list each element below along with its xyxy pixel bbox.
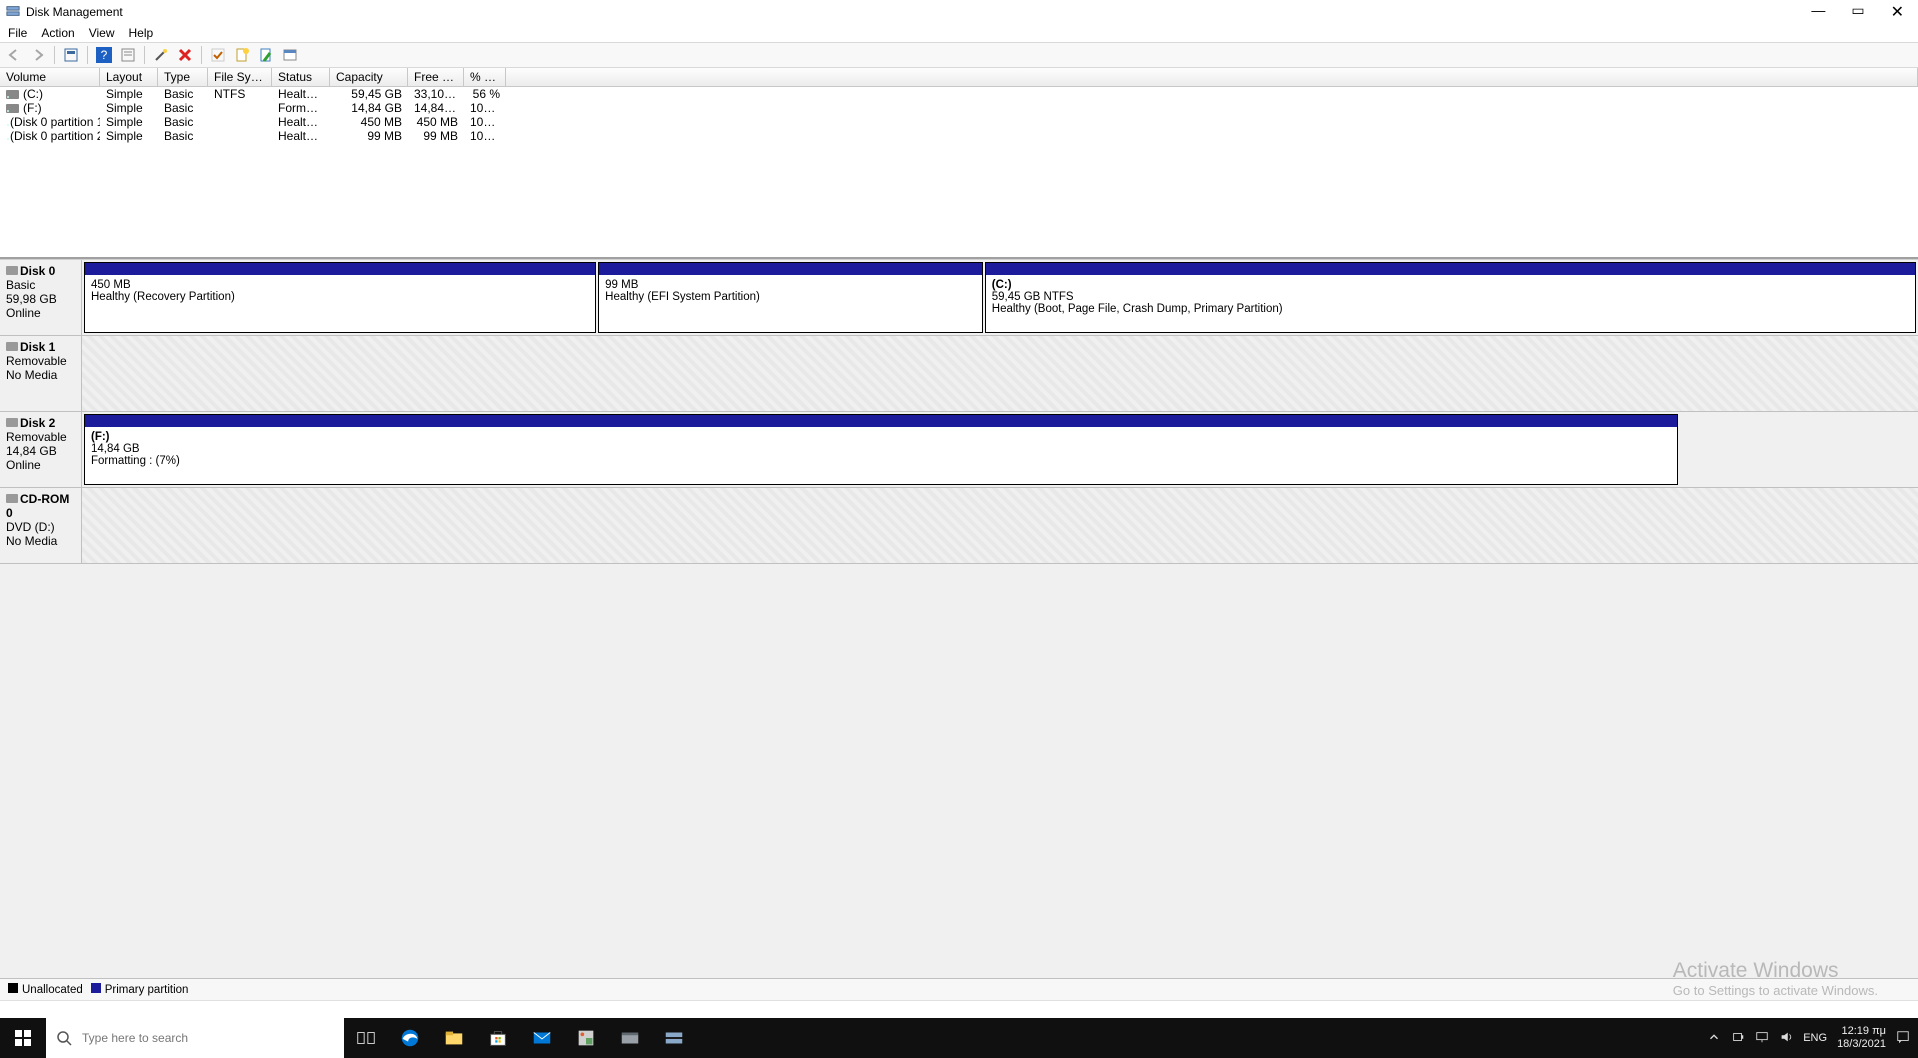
col-type[interactable]: Type	[158, 68, 208, 86]
new-icon[interactable]	[232, 45, 252, 65]
tray-power-icon[interactable]	[1731, 1030, 1745, 1047]
help-button[interactable]: ?	[94, 45, 114, 65]
tray-volume-icon[interactable]	[1779, 1030, 1793, 1047]
minimize-button[interactable]: —	[1811, 2, 1825, 22]
disk-info: Disk 0Basic59,98 GBOnline	[0, 260, 82, 335]
dialog-icon[interactable]	[280, 45, 300, 65]
menubar: File Action View Help	[0, 24, 1918, 42]
store-icon[interactable]	[476, 1018, 520, 1058]
task-view-icon[interactable]	[344, 1018, 388, 1058]
titlebar: Disk Management — ▭ ✕	[0, 0, 1918, 24]
drive-icon	[6, 90, 19, 99]
diskmgmt-taskbar-icon[interactable]	[652, 1018, 696, 1058]
disk-info: Disk 1RemovableNo Media	[0, 336, 82, 411]
volume-row[interactable]: (C:)SimpleBasicNTFSHealthy (B...59,45 GB…	[0, 87, 1918, 101]
legend-unallocated: Unallocated	[22, 984, 83, 996]
partition[interactable]: 99 MBHealthy (EFI System Partition)	[598, 262, 983, 333]
volume-header[interactable]: Volume Layout Type File System Status Ca…	[0, 68, 1918, 87]
disk-row[interactable]: Disk 1RemovableNo Media	[0, 336, 1918, 412]
disk-row[interactable]: Disk 2Removable14,84 GBOnline(F:)14,84 G…	[0, 412, 1918, 488]
start-button[interactable]	[0, 1018, 46, 1058]
menu-help[interactable]: Help	[129, 26, 154, 40]
disk-info: Disk 2Removable14,84 GBOnline	[0, 412, 82, 487]
close-button[interactable]: ✕	[1891, 2, 1904, 22]
legend: Unallocated Primary partition	[0, 978, 1918, 1000]
volume-row[interactable]: (F:)SimpleBasicFormattin...14,84 GB14,84…	[0, 101, 1918, 115]
tray-clock[interactable]: 12:19 πμ 18/3/2021	[1837, 1025, 1886, 1051]
partition[interactable]: (C:)59,45 GB NTFSHealthy (Boot, Page Fil…	[985, 262, 1916, 333]
partition[interactable]: 450 MBHealthy (Recovery Partition)	[84, 262, 596, 333]
app-icon-2[interactable]	[608, 1018, 652, 1058]
back-button[interactable]	[4, 45, 24, 65]
disk-row[interactable]: CD-ROM 0DVD (D:)No Media	[0, 488, 1918, 564]
disk-graphical-view: Disk 0Basic59,98 GBOnline450 MBHealthy (…	[0, 259, 1918, 978]
disk-row[interactable]: Disk 0Basic59,98 GBOnline450 MBHealthy (…	[0, 260, 1918, 336]
window-title: Disk Management	[26, 5, 123, 19]
col-layout[interactable]: Layout	[100, 68, 158, 86]
attach-icon[interactable]	[256, 45, 276, 65]
mail-icon[interactable]	[520, 1018, 564, 1058]
volume-list: Volume Layout Type File System Status Ca…	[0, 68, 1918, 259]
explorer-icon[interactable]	[432, 1018, 476, 1058]
menu-view[interactable]: View	[89, 26, 115, 40]
menu-action[interactable]: Action	[41, 26, 74, 40]
legend-primary: Primary partition	[105, 984, 189, 996]
wand-icon[interactable]	[151, 45, 171, 65]
drive-icon	[6, 104, 19, 113]
disk-info: CD-ROM 0DVD (D:)No Media	[0, 488, 82, 563]
volume-row[interactable]: (Disk 0 partition 2)SimpleBasicHealthy (…	[0, 129, 1918, 143]
tray-network-icon[interactable]	[1755, 1030, 1769, 1047]
delete-button[interactable]	[175, 45, 195, 65]
edge-icon[interactable]	[388, 1018, 432, 1058]
tray-chevron-icon[interactable]	[1707, 1030, 1721, 1047]
system-tray[interactable]: ENG 12:19 πμ 18/3/2021	[1699, 1025, 1918, 1051]
check-icon[interactable]	[208, 45, 228, 65]
col-fs[interactable]: File System	[208, 68, 272, 86]
taskbar: Type here to search ENG 12:19 πμ 18/3/20	[0, 1018, 1918, 1058]
search-placeholder: Type here to search	[82, 1031, 188, 1045]
tray-lang[interactable]: ENG	[1803, 1032, 1827, 1044]
menu-file[interactable]: File	[8, 26, 27, 40]
col-volume[interactable]: Volume	[0, 68, 100, 86]
toolbar: ?	[0, 42, 1918, 68]
app-icon	[6, 4, 20, 21]
app-icon-1[interactable]	[564, 1018, 608, 1058]
refresh-icon[interactable]	[61, 45, 81, 65]
maximize-button[interactable]: ▭	[1851, 2, 1864, 22]
col-status[interactable]: Status	[272, 68, 330, 86]
volume-row[interactable]: (Disk 0 partition 1)SimpleBasicHealthy (…	[0, 115, 1918, 129]
svg-text:?: ?	[101, 48, 108, 62]
col-free[interactable]: Free Spa...	[408, 68, 464, 86]
forward-button[interactable]	[28, 45, 48, 65]
search-box[interactable]: Type here to search	[46, 1018, 344, 1058]
properties-button[interactable]	[118, 45, 138, 65]
col-capacity[interactable]: Capacity	[330, 68, 408, 86]
col-pct[interactable]: % Free	[464, 68, 506, 86]
action-center-icon[interactable]	[1896, 1030, 1910, 1047]
partition[interactable]: (F:)14,84 GBFormatting : (7%)	[84, 414, 1678, 485]
